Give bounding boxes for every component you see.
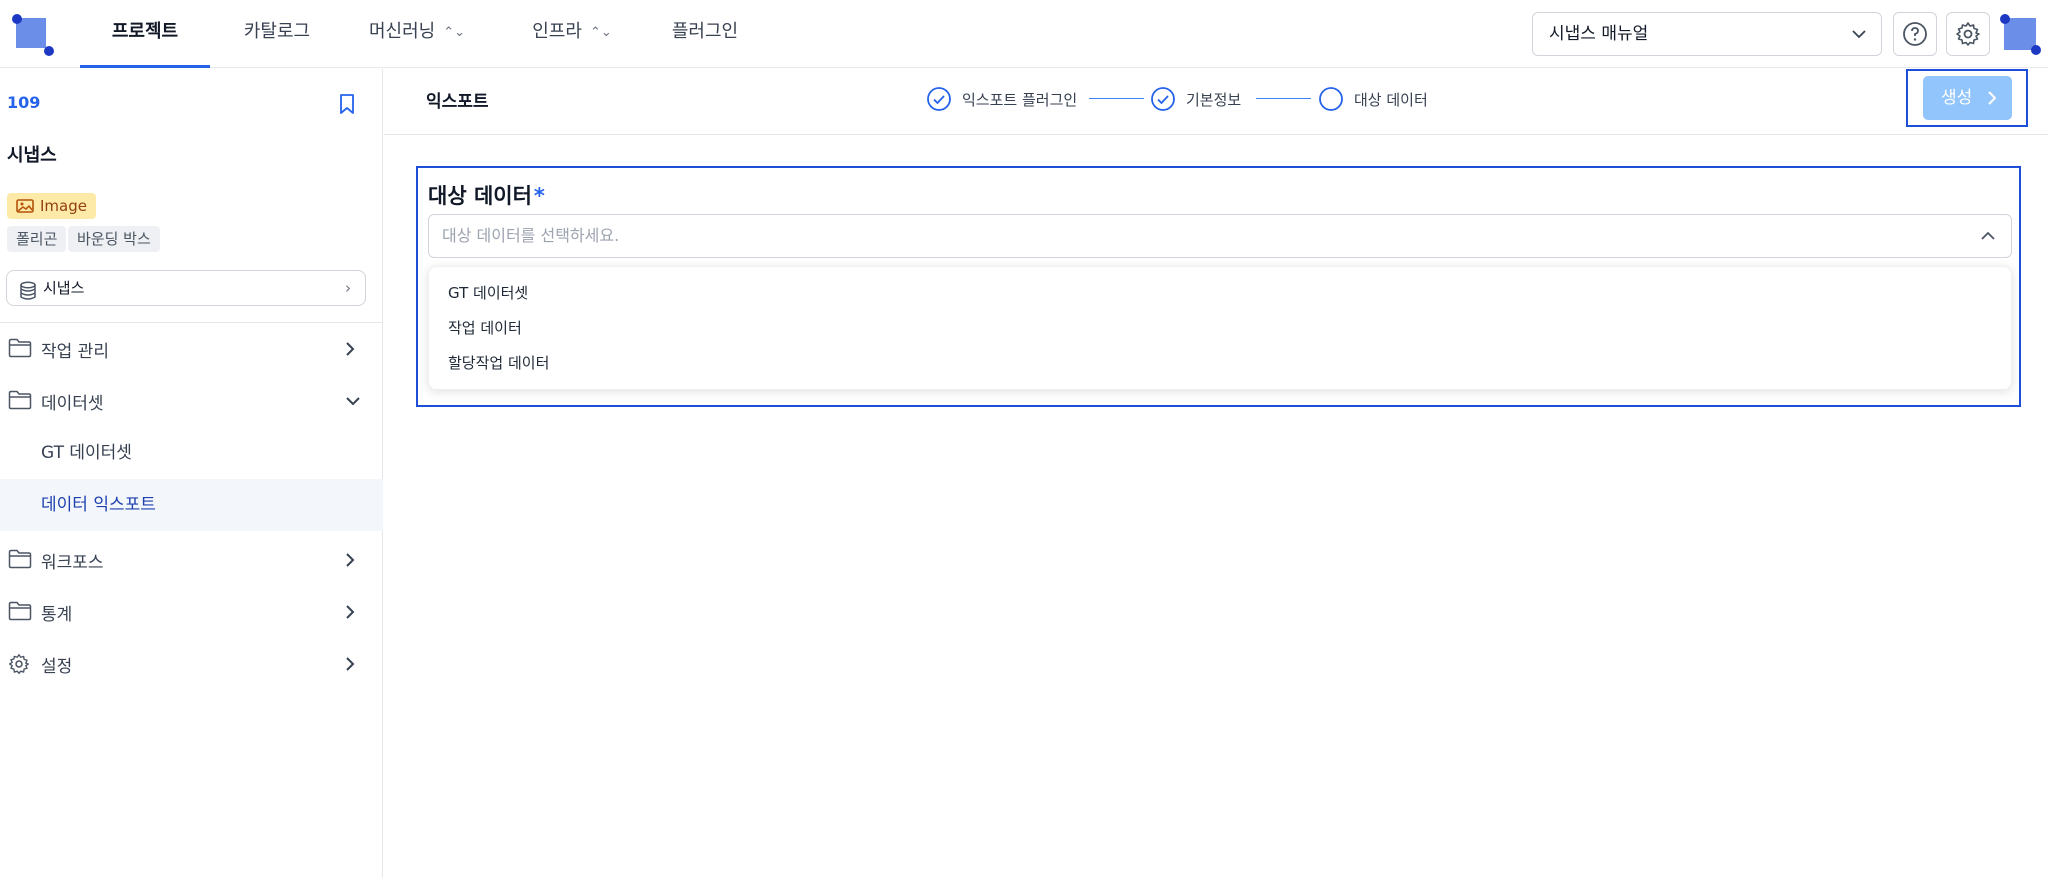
help-button[interactable] xyxy=(1893,12,1937,56)
step-target-data: 대상 데이터 xyxy=(1318,86,1428,112)
nav-tab-label: 플러그인 xyxy=(671,21,739,42)
chevron-right-icon xyxy=(1986,76,1998,137)
image-icon xyxy=(16,199,34,213)
sidebar-item-statistics[interactable]: 통계 xyxy=(0,586,383,638)
chevron-down-icon xyxy=(1851,13,1867,72)
manual-select[interactable]: 시냅스 매뉴얼 xyxy=(1532,12,1882,56)
sidebar-item-settings[interactable]: 설정 xyxy=(0,638,383,690)
chevron-right-icon: › xyxy=(345,279,351,297)
dropdown-option-gt-dataset[interactable]: GT 데이터셋 xyxy=(448,282,528,303)
chevron-right-icon xyxy=(343,339,357,364)
gear-icon xyxy=(8,653,30,680)
project-name: 시냅스 xyxy=(7,145,57,166)
storage-select[interactable]: 시냅스 › xyxy=(6,270,366,306)
sidebar-item-label: 설정 xyxy=(41,656,73,677)
gear-icon xyxy=(1956,22,1980,46)
step-connector xyxy=(1089,98,1144,99)
folder-icon xyxy=(8,390,32,415)
create-button-label: 생성 xyxy=(1941,88,1973,108)
check-circle-icon xyxy=(1151,87,1175,111)
sidebar-item-task-management[interactable]: 작업 관리 xyxy=(0,323,383,375)
field-label-text: 대상 데이터 xyxy=(428,184,532,208)
target-data-select[interactable]: 대상 데이터를 선택하세요. xyxy=(428,214,2012,258)
sidebar-subitem-data-export[interactable]: 데이터 익스포트 xyxy=(0,479,383,531)
tag: 폴리곤 xyxy=(7,226,67,252)
chevron-up-icon xyxy=(1979,215,1997,273)
tag: 바운딩 박스 xyxy=(68,226,160,252)
logo[interactable] xyxy=(12,14,54,56)
top-navigation: 프로젝트 카탈로그 머신러닝 ⌃⌄ 인프라 ⌃⌄ 플러그인 시냅스 매뉴얼 xyxy=(0,0,2048,68)
circle-icon xyxy=(1319,87,1343,111)
nav-tab-projects[interactable]: 프로젝트 xyxy=(80,0,210,68)
data-type-label: Image xyxy=(40,197,87,215)
nav-tab-label: 머신러닝 xyxy=(368,21,436,42)
sidebar-item-label: 통계 xyxy=(41,604,73,625)
nav-tab-label: 인프라 xyxy=(532,21,582,42)
step-export-plugin: 익스포트 플러그인 xyxy=(926,86,1077,112)
nav-tab-infra[interactable]: 인프라 ⌃⌄ xyxy=(522,0,622,68)
nav-tab-label: 프로젝트 xyxy=(111,21,179,42)
sidebar-item-label: 작업 관리 xyxy=(41,341,109,362)
step-basic-info: 기본정보 xyxy=(1150,86,1241,112)
dropdown-option-task-data[interactable]: 작업 데이터 xyxy=(448,317,522,338)
chevron-down-icon xyxy=(343,391,363,416)
folder-icon xyxy=(8,549,32,574)
step-label: 기본정보 xyxy=(1186,90,1242,109)
nav-tab-plugins[interactable]: 플러그인 xyxy=(660,0,750,68)
chevron-updown-icon: ⌃⌄ xyxy=(589,25,612,40)
folder-icon xyxy=(8,338,32,363)
sidebar-item-dataset[interactable]: 데이터셋 xyxy=(0,375,383,427)
step-connector xyxy=(1256,98,1311,99)
sidebar-item-label: 워크포스 xyxy=(41,552,104,573)
target-data-placeholder: 대상 데이터를 선택하세요. xyxy=(442,226,620,245)
chevron-updown-icon: ⌃⌄ xyxy=(443,25,466,40)
target-data-dropdown: GT 데이터셋 작업 데이터 할당작업 데이터 xyxy=(428,266,2012,390)
check-circle-icon xyxy=(927,87,951,111)
required-mark: * xyxy=(533,184,545,208)
database-icon xyxy=(19,279,37,313)
nav-tab-machine-learning[interactable]: 머신러닝 ⌃⌄ xyxy=(357,0,477,68)
sidebar-item-workforce[interactable]: 워크포스 xyxy=(0,534,383,586)
folder-icon xyxy=(8,601,32,626)
sidebar: 109 시냅스 Image 폴리곤 바운딩 박스 시냅스 › 작업 관리 데이터… xyxy=(0,69,383,878)
project-id: 109 xyxy=(7,93,41,112)
sidebar-item-label: 데이터셋 xyxy=(41,393,104,414)
chevron-right-icon xyxy=(343,550,357,575)
nav-tab-label: 카탈로그 xyxy=(243,21,311,42)
manual-select-value: 시냅스 매뉴얼 xyxy=(1549,24,1649,44)
target-data-label: 대상 데이터* xyxy=(428,180,545,210)
content-header: 익스포트 익스포트 플러그인 기본정보 대상 데이터 xyxy=(384,69,2048,135)
step-label: 익스포트 플러그인 xyxy=(962,90,1078,109)
avatar[interactable] xyxy=(2000,14,2042,56)
chevron-right-icon xyxy=(343,654,357,679)
sidebar-subitem-gt-dataset[interactable]: GT 데이터셋 xyxy=(0,427,383,479)
settings-button[interactable] xyxy=(1946,12,1990,56)
step-label: 대상 데이터 xyxy=(1354,90,1428,109)
bookmark-icon[interactable] xyxy=(337,93,357,119)
chevron-right-icon xyxy=(343,602,357,627)
help-circle-icon xyxy=(1903,22,1927,46)
page-title: 익스포트 xyxy=(426,92,489,112)
nav-tab-catalog[interactable]: 카탈로그 xyxy=(222,0,332,68)
storage-select-value: 시냅스 xyxy=(43,279,85,297)
dropdown-option-assigned-task-data[interactable]: 할당작업 데이터 xyxy=(448,352,549,373)
data-type-badge: Image xyxy=(7,193,96,219)
create-button[interactable]: 생성 xyxy=(1923,76,2012,120)
